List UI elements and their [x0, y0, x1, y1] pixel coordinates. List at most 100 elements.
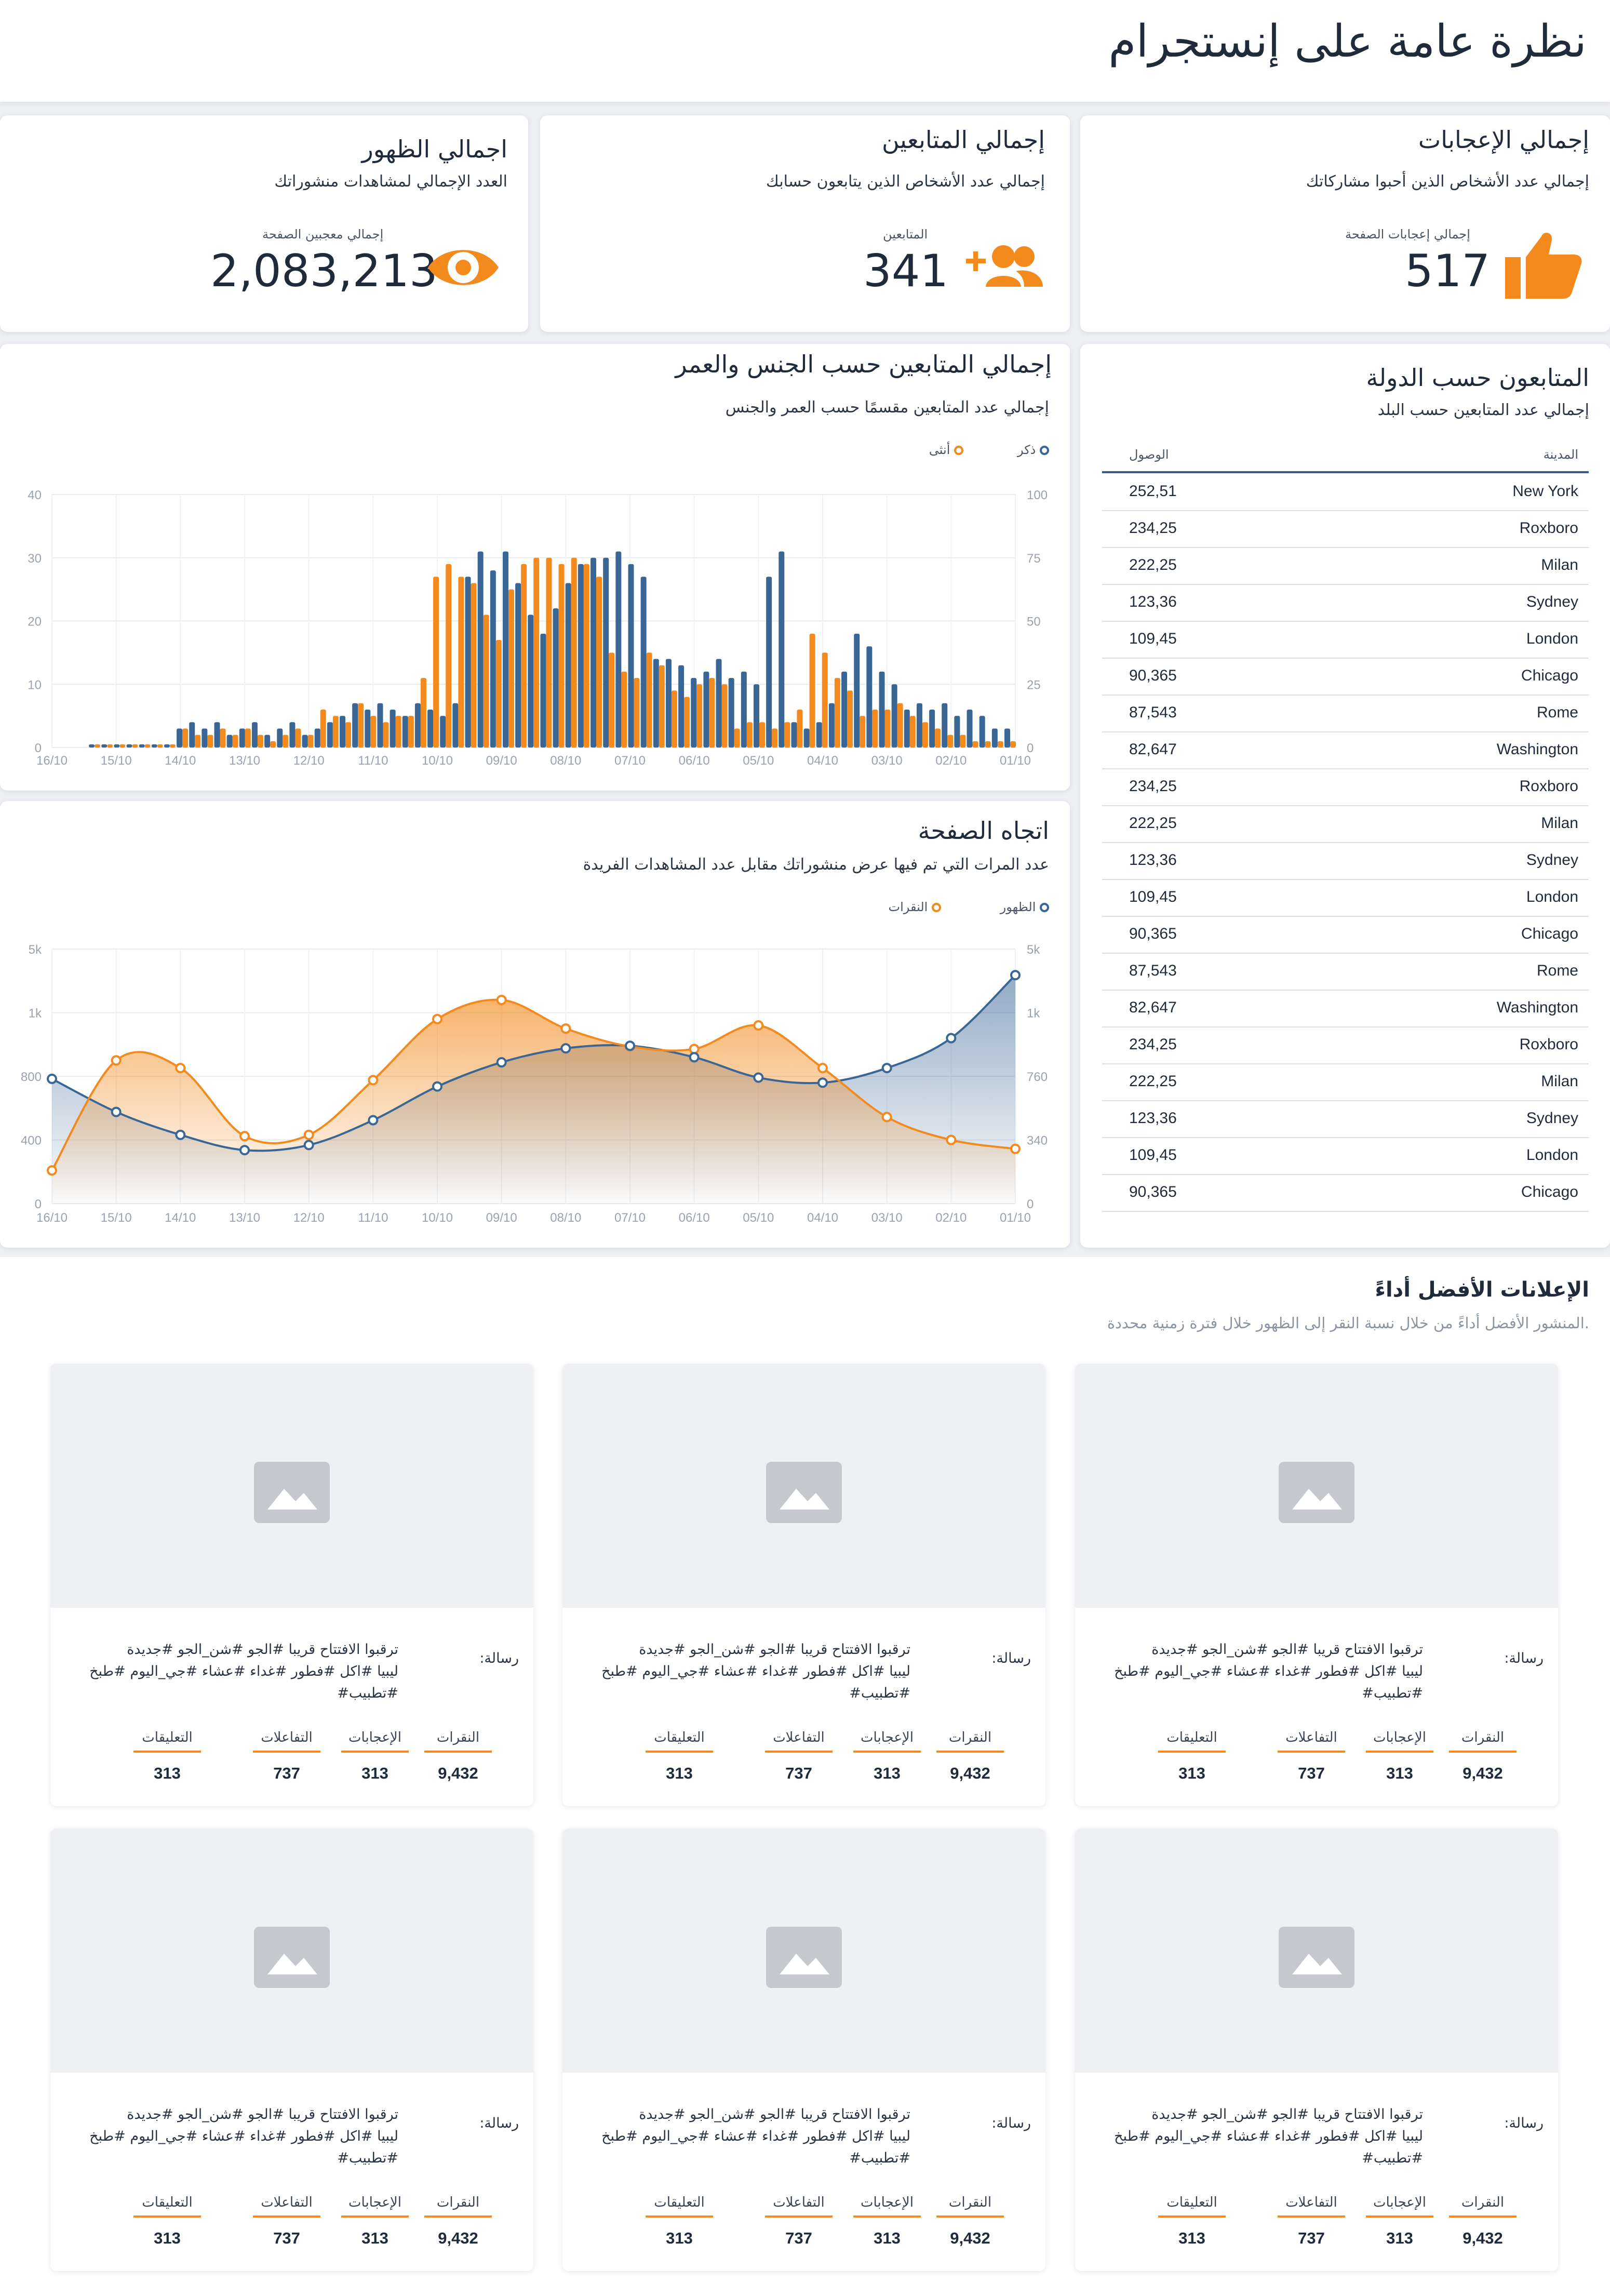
bar[interactable]: [854, 633, 860, 747]
bar[interactable]: [922, 722, 928, 747]
bar[interactable]: [226, 735, 233, 747]
bar[interactable]: [289, 722, 296, 747]
bar[interactable]: [904, 709, 910, 747]
bar[interactable]: [929, 709, 935, 747]
bar[interactable]: [753, 684, 759, 747]
bar[interactable]: [295, 728, 301, 747]
impressions-point[interactable]: [496, 1057, 507, 1068]
ad-card[interactable]: رسالة: ترقبوا الافتتاح قريبا #الجو #شن_ال…: [562, 1364, 1045, 1806]
bar[interactable]: [716, 659, 722, 747]
bar[interactable]: [797, 709, 803, 747]
clicks-point[interactable]: [560, 1023, 571, 1034]
bar[interactable]: [791, 722, 797, 747]
bar[interactable]: [935, 728, 941, 747]
bar[interactable]: [741, 671, 747, 747]
bar[interactable]: [314, 728, 320, 747]
bar[interactable]: [947, 735, 954, 747]
bar[interactable]: [621, 671, 627, 747]
bar[interactable]: [1004, 728, 1010, 747]
bar[interactable]: [427, 709, 434, 747]
table-row[interactable]: New York 252,51: [1102, 473, 1589, 511]
ad-image-placeholder[interactable]: [1075, 1364, 1558, 1608]
bar[interactable]: [214, 722, 220, 747]
column-header-reach[interactable]: الوصول: [1129, 447, 1169, 462]
bar[interactable]: [182, 728, 189, 747]
bar[interactable]: [916, 703, 922, 747]
table-row[interactable]: Roxboro 234,25: [1102, 510, 1589, 548]
bar[interactable]: [95, 744, 100, 747]
impressions-point[interactable]: [239, 1145, 250, 1156]
impressions-point[interactable]: [881, 1063, 892, 1074]
table-row[interactable]: Sydney 123,36: [1102, 584, 1589, 622]
bar[interactable]: [195, 735, 201, 747]
clicks-point[interactable]: [817, 1063, 828, 1074]
bar[interactable]: [653, 659, 659, 747]
bar[interactable]: [678, 665, 685, 747]
bar[interactable]: [440, 716, 446, 747]
bar[interactable]: [119, 744, 126, 747]
bar[interactable]: [307, 735, 314, 747]
table-row[interactable]: London 109,45: [1102, 1137, 1589, 1175]
bar[interactable]: [942, 703, 948, 747]
bar[interactable]: [841, 671, 848, 747]
table-row[interactable]: Sydney 123,36: [1102, 842, 1589, 880]
bar[interactable]: [972, 741, 978, 747]
ad-image-placeholder[interactable]: [1075, 1828, 1558, 2073]
bar[interactable]: [332, 716, 339, 747]
bar[interactable]: [114, 744, 120, 747]
bar[interactable]: [139, 744, 145, 747]
bar[interactable]: [646, 652, 652, 747]
clicks-point[interactable]: [432, 1013, 442, 1024]
bar[interactable]: [997, 741, 1003, 747]
bar[interactable]: [465, 577, 471, 747]
bar[interactable]: [365, 709, 371, 747]
bar[interactable]: [691, 678, 697, 747]
table-row[interactable]: Rome 87,543: [1102, 695, 1589, 732]
bar[interactable]: [490, 570, 496, 747]
column-header-city[interactable]: المدينة: [1544, 447, 1578, 462]
bar[interactable]: [352, 703, 358, 747]
bar[interactable]: [615, 551, 622, 747]
bar[interactable]: [483, 615, 489, 747]
bar[interactable]: [553, 608, 559, 747]
bar[interactable]: [89, 744, 95, 747]
bar[interactable]: [1010, 741, 1016, 747]
impressions-point[interactable]: [560, 1043, 571, 1054]
bar[interactable]: [884, 709, 891, 747]
bar[interactable]: [816, 722, 822, 747]
bar[interactable]: [578, 564, 584, 747]
table-row[interactable]: Washington 82,647: [1102, 990, 1589, 1027]
bar[interactable]: [571, 557, 577, 747]
bar[interactable]: [395, 716, 401, 747]
bar[interactable]: [891, 684, 897, 747]
bar[interactable]: [696, 684, 703, 747]
table-row[interactable]: London 109,45: [1102, 879, 1589, 917]
clicks-point[interactable]: [881, 1112, 892, 1123]
bar[interactable]: [264, 735, 271, 747]
bar[interactable]: [828, 703, 835, 747]
bar[interactable]: [408, 716, 414, 747]
bar[interactable]: [251, 722, 258, 747]
bar[interactable]: [164, 744, 170, 747]
bar[interactable]: [220, 728, 226, 747]
bar[interactable]: [709, 678, 715, 747]
bar[interactable]: [565, 583, 571, 747]
bar[interactable]: [909, 716, 916, 747]
impressions-point[interactable]: [432, 1081, 442, 1092]
table-row[interactable]: Roxboro 234,25: [1102, 768, 1589, 806]
bar[interactable]: [659, 665, 665, 747]
bar[interactable]: [521, 564, 527, 747]
bar[interactable]: [721, 684, 728, 747]
bar[interactable]: [132, 744, 138, 747]
bar[interactable]: [684, 697, 690, 747]
bar[interactable]: [596, 577, 602, 747]
bar[interactable]: [283, 735, 289, 747]
clicks-point[interactable]: [303, 1129, 314, 1140]
bar[interactable]: [779, 551, 785, 747]
bar[interactable]: [609, 652, 615, 747]
ad-image-placeholder[interactable]: [50, 1828, 533, 2073]
bar[interactable]: [207, 735, 213, 747]
bar[interactable]: [634, 678, 640, 747]
bar[interactable]: [822, 652, 828, 747]
table-row[interactable]: Sydney 123,36: [1102, 1100, 1589, 1138]
